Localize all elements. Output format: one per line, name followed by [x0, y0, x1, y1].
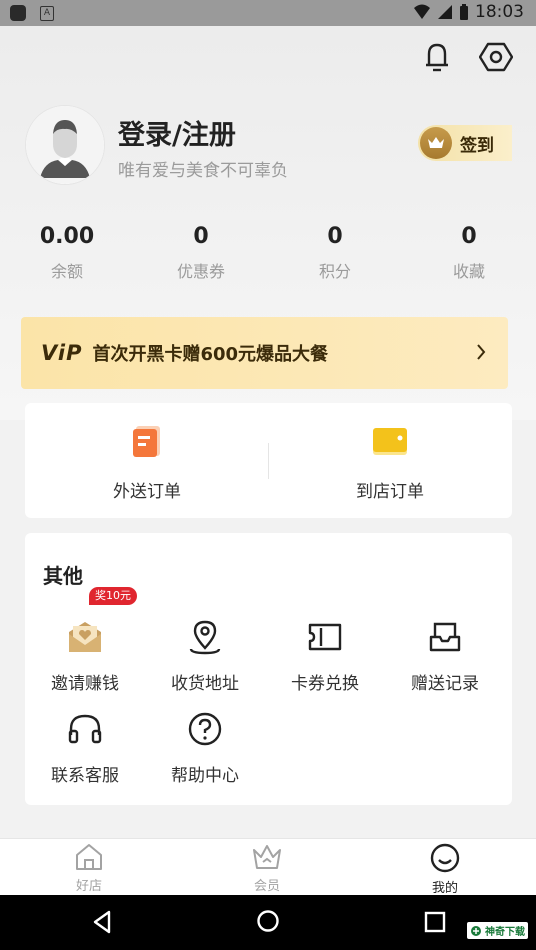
- watermark-text: 神奇下载: [485, 927, 525, 938]
- back-triangle-icon[interactable]: [91, 909, 113, 935]
- settings-button[interactable]: [476, 37, 516, 77]
- instore-orders-button[interactable]: 到店订单: [290, 423, 490, 502]
- crown-badge: [420, 127, 452, 159]
- checkin-button[interactable]: 签到: [418, 125, 512, 161]
- watermark: 神奇下载: [467, 922, 528, 939]
- help-icon: [188, 712, 222, 746]
- profile-slogan: 唯有爱与美食不可辜负: [118, 161, 288, 181]
- other-services-card: 其他 奖10元 邀请赚钱 收货地址 卡券兑换 赠送记录 联系客服 帮助中心: [25, 533, 512, 805]
- reward-badge: 奖10元: [89, 587, 137, 605]
- signal-icon: [438, 5, 452, 19]
- tab-member[interactable]: 会员: [178, 839, 356, 896]
- stat-value: 0: [193, 224, 209, 249]
- tab-good-shops[interactable]: 好店: [0, 839, 178, 896]
- stat-favorites[interactable]: 0 收藏: [402, 222, 536, 282]
- customer-service-button[interactable]: 联系客服: [25, 709, 145, 786]
- instore-order-icon: [373, 428, 407, 455]
- tab-mine[interactable]: 我的: [356, 839, 534, 896]
- service-label: 卡券兑换: [291, 674, 359, 694]
- delivery-address-button[interactable]: 收货地址: [145, 617, 265, 694]
- service-label: 帮助中心: [171, 766, 239, 786]
- battery-icon: [460, 3, 468, 20]
- stat-value: 0: [461, 224, 477, 249]
- account-stats: 0.00 余额 0 优惠券 0 积分 0 收藏: [0, 222, 536, 282]
- bottom-tab-bar: 好店 会员 我的: [0, 838, 536, 896]
- service-label: 收货地址: [171, 674, 239, 694]
- takeout-order-icon: [133, 426, 160, 457]
- stat-points[interactable]: 0 积分: [268, 222, 402, 282]
- home-circle-icon[interactable]: [256, 909, 280, 933]
- service-label: 邀请赚钱: [51, 674, 119, 694]
- stat-balance[interactable]: 0.00 余额: [0, 222, 134, 282]
- stat-coupons[interactable]: 0 优惠券: [134, 222, 268, 282]
- vip-banner[interactable]: ViP 首次开黑卡赠600元爆品大餐: [21, 317, 508, 389]
- gift-record-icon: [429, 622, 461, 652]
- help-center-button[interactable]: 帮助中心: [145, 709, 265, 786]
- tab-label: 我的: [431, 881, 458, 896]
- section-title: 其他: [43, 564, 83, 588]
- vip-banner-text: 首次开黑卡赠600元爆品大餐: [92, 344, 329, 365]
- crown-icon: [253, 845, 281, 869]
- invite-earn-button[interactable]: 奖10元 邀请赚钱: [25, 587, 145, 694]
- recent-apps-icon[interactable]: [424, 911, 446, 933]
- default-avatar-icon: [26, 106, 104, 184]
- avatar[interactable]: [25, 105, 105, 185]
- wifi-icon: [414, 4, 430, 19]
- status-bar: A 18:03: [0, 0, 536, 26]
- service-label: 联系客服: [51, 766, 119, 786]
- clock: 18:03: [475, 2, 524, 22]
- tab-label: 会员: [253, 879, 280, 894]
- stat-label: 收藏: [452, 262, 485, 281]
- vip-logo: ViP: [41, 341, 83, 365]
- watermark-logo-icon: [471, 925, 481, 936]
- home-icon: [76, 844, 102, 870]
- chevron-right-icon: [477, 344, 486, 360]
- coupon-icon: [308, 623, 342, 651]
- order-label: 到店订单: [356, 482, 424, 502]
- order-label: 外送订单: [113, 482, 181, 502]
- a-notification-icon: A: [40, 6, 54, 21]
- gift-record-button[interactable]: 赠送记录: [385, 617, 505, 694]
- stat-value: 0.00: [39, 224, 95, 249]
- stat-label: 余额: [50, 262, 83, 281]
- login-register-link[interactable]: 登录/注册: [118, 113, 236, 152]
- bell-icon: [426, 43, 448, 72]
- headset-icon: [68, 714, 102, 744]
- stat-value: 0: [327, 224, 343, 249]
- crown-icon: [428, 137, 444, 148]
- checkin-label: 签到: [460, 135, 494, 156]
- stat-label: 积分: [318, 262, 351, 281]
- location-pin-icon: [189, 620, 221, 655]
- service-label: 赠送记录: [411, 674, 479, 694]
- system-navigation-bar: 神奇下载: [0, 895, 536, 950]
- stat-label: 优惠券: [176, 262, 225, 281]
- coupon-redeem-button[interactable]: 卡券兑换: [265, 617, 385, 694]
- invite-envelope-icon: [69, 622, 101, 652]
- app-notification-icon: [10, 5, 26, 21]
- divider: [268, 443, 269, 479]
- takeout-orders-button[interactable]: 外送订单: [47, 423, 247, 502]
- tab-label: 好店: [75, 879, 102, 894]
- smile-icon: [430, 843, 460, 873]
- notification-bell-button[interactable]: [417, 37, 457, 77]
- gear-icon: [479, 42, 513, 72]
- orders-card: 外送订单 到店订单: [25, 403, 512, 518]
